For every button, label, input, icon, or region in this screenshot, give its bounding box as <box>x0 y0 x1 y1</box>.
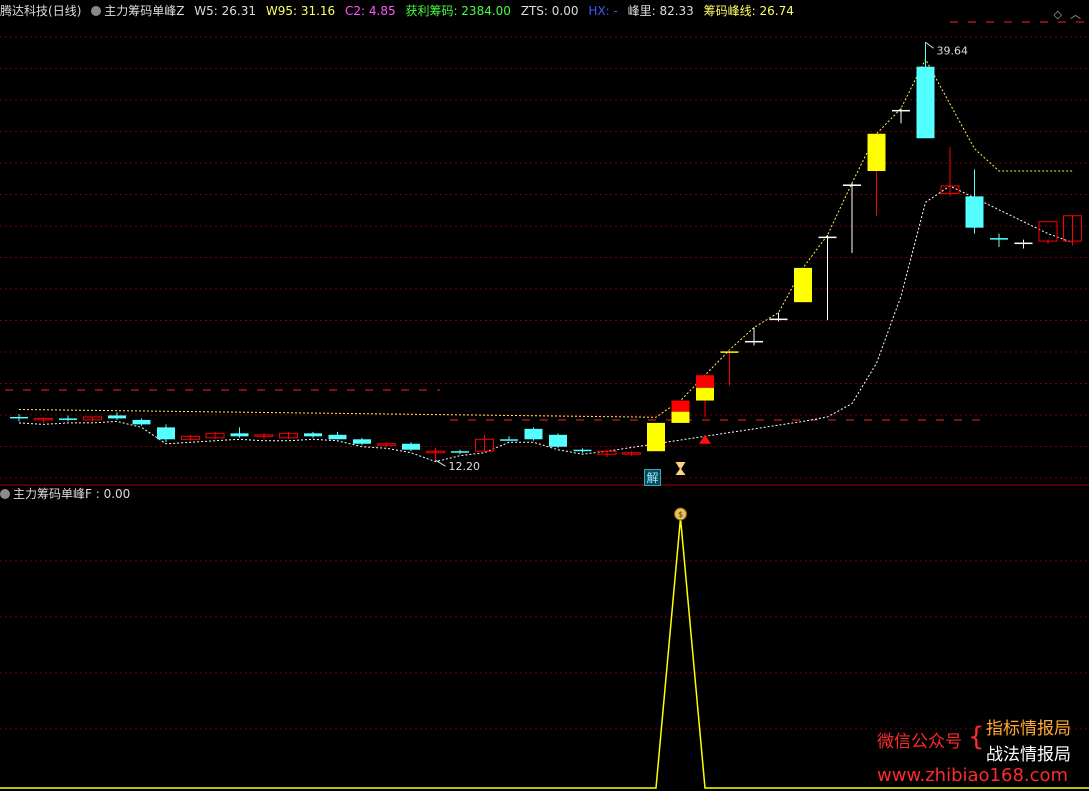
settings-icon[interactable] <box>91 6 102 16</box>
candle-body <box>500 439 518 441</box>
candle-body <box>304 433 322 437</box>
candle-body <box>451 451 469 453</box>
peak-line-value: 筹码峰线: 26.74 <box>703 4 794 18</box>
candle-body <box>818 236 837 239</box>
candle-body <box>157 427 175 440</box>
watermark-url: www.zhibiao168.com <box>877 765 1069 786</box>
candle-body <box>647 422 665 452</box>
yellow-dotted-line <box>18 58 1073 418</box>
peak-value: 峰里: 82.33 <box>627 4 694 18</box>
candle-body <box>10 416 28 419</box>
candle-body <box>402 443 420 450</box>
candle-body <box>230 433 249 437</box>
settings-icon[interactable] <box>0 489 10 499</box>
candle-body <box>1038 221 1058 242</box>
brace: { <box>968 722 985 752</box>
candle-body <box>916 66 935 139</box>
profit-value: 获利筹码: 2384.00 <box>405 4 511 18</box>
indicator-name[interactable]: 主力筹码单峰Z <box>104 4 184 18</box>
candle-body <box>745 340 763 343</box>
candle-body <box>1014 242 1033 245</box>
hourglass-icon <box>675 468 686 475</box>
watermark-line2: 战法情报局 <box>986 745 1071 765</box>
window-controls: ◇ ︿ <box>1046 6 1081 22</box>
main-header: 腾达科技(日线) 主力筹码单峰Z W5: 26.31 W95: 31.16 C2… <box>0 0 800 22</box>
low-pointer <box>435 459 446 467</box>
candle-body <box>132 419 151 425</box>
candle-body <box>573 449 592 452</box>
wechat-label: 微信公众号 <box>877 732 962 752</box>
candle-body <box>696 387 714 401</box>
candle-body <box>892 109 910 112</box>
candle-body <box>990 238 1008 240</box>
signal-badge[interactable]: 解 <box>644 469 661 486</box>
candle-body <box>108 415 126 419</box>
sub-header: 主力筹码单峰F : 0.00 <box>0 483 136 505</box>
candle-body <box>524 428 543 440</box>
high-label: 39.64 <box>937 44 969 57</box>
candle-body <box>769 318 788 321</box>
candle-body <box>867 133 886 172</box>
candle-body <box>843 184 861 186</box>
w5-value: W5: 26.31 <box>194 4 256 18</box>
candle-body <box>965 196 984 228</box>
money-bag-icon: $ <box>678 510 683 519</box>
low-label: 12.20 <box>449 460 481 473</box>
c2-value: C2: 4.85 <box>345 4 396 18</box>
candle-body <box>794 267 812 303</box>
candle-body <box>59 418 77 420</box>
candle-body <box>696 375 714 388</box>
hx-value: HX: - <box>588 4 618 18</box>
diamond-icon[interactable]: ◇ <box>1054 8 1062 21</box>
candle-body <box>328 434 347 440</box>
watermark-line1: 指标情报局 <box>986 719 1071 739</box>
main-chart[interactable]: 39.64 12.20 $ <box>0 0 1089 791</box>
candle-body <box>353 439 371 444</box>
chevron-up-icon[interactable]: ︿ <box>1070 8 1081 21</box>
candle-body <box>671 400 690 412</box>
sub-indicator-name[interactable]: 主力筹码单峰F : 0.00 <box>13 487 130 501</box>
candle-body <box>671 411 690 423</box>
high-pointer <box>925 41 934 49</box>
candle-body <box>549 434 567 447</box>
period-label: (日线) <box>48 4 82 18</box>
stock-name: 腾达科技 <box>0 4 49 18</box>
chart-stage[interactable]: 39.64 12.20 $ <box>0 0 1089 791</box>
zts-value: ZTS: 0.00 <box>520 4 579 18</box>
w95-value: W95: 31.16 <box>265 4 336 18</box>
candle-body <box>720 351 739 353</box>
